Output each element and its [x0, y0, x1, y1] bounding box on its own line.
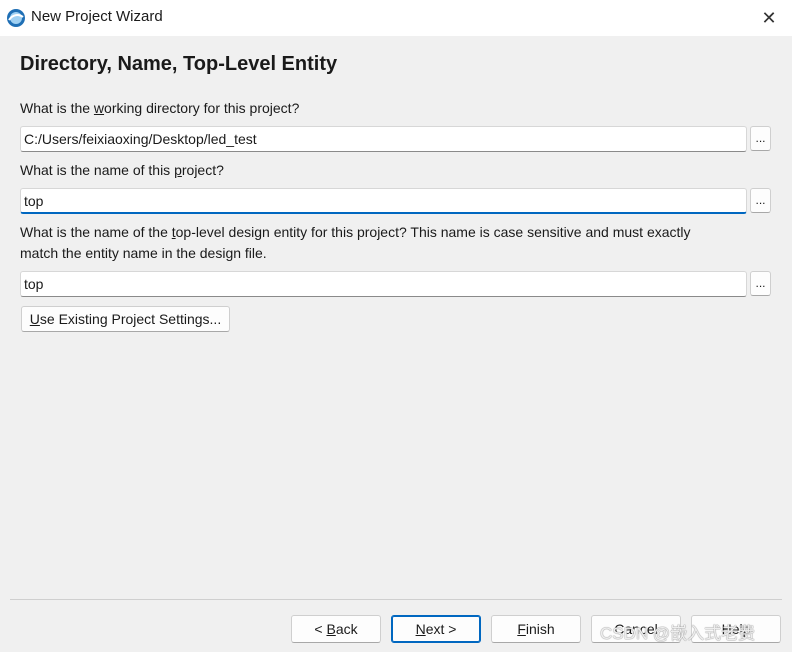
cancel-button[interactable]: Cancel [591, 615, 681, 643]
page-title: Directory, Name, Top-Level Entity [20, 53, 338, 75]
directory-browse-button[interactable]: ... [750, 126, 771, 151]
new-project-wizard-window: New Project Wizard ✕ Directory, Name, To… [0, 0, 792, 652]
project-name-input[interactable] [20, 188, 747, 214]
back-button[interactable]: < Back [291, 615, 381, 643]
top-entity-browse-button[interactable]: ... [750, 271, 771, 296]
directory-input[interactable] [20, 126, 747, 152]
window-title: New Project Wizard [31, 8, 163, 25]
title-bar: New Project Wizard ✕ [0, 0, 792, 36]
top-entity-label: What is the name of the top-level design… [20, 224, 691, 261]
next-button[interactable]: Next > [391, 615, 481, 643]
finish-button[interactable]: Finish [491, 615, 581, 643]
close-icon[interactable]: ✕ [746, 0, 792, 36]
use-existing-settings-button[interactable]: Use Existing Project Settings... [21, 306, 230, 332]
directory-label: What is the working directory for this p… [20, 100, 300, 116]
footer-divider [10, 599, 782, 600]
help-button[interactable]: Help [691, 615, 781, 643]
project-name-browse-button[interactable]: ... [750, 188, 771, 213]
top-entity-input[interactable] [20, 271, 747, 297]
project-name-label: What is the name of this project? [20, 162, 224, 178]
quartus-app-icon [7, 9, 25, 27]
